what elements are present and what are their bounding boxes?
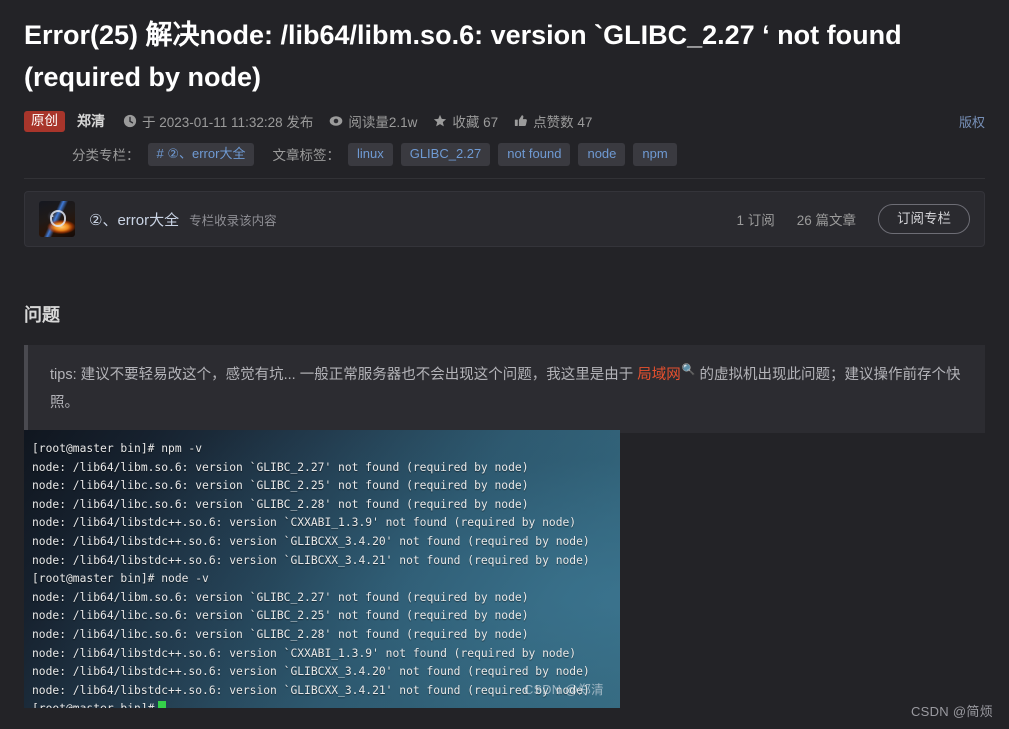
subscribe-button[interactable]: 订阅专栏 [878, 204, 970, 234]
terminal-line: node: /lib64/libc.so.6: version `GLIBC_2… [32, 609, 529, 623]
publish-time: 于 2023-01-11 11:32:28 发布 [123, 111, 313, 131]
column-tag[interactable]: # ②、error大全 [147, 142, 255, 166]
column-card-subtitle: 专栏收录该内容 [189, 213, 277, 228]
like-count: 点赞数 47 [514, 111, 592, 131]
eye-icon [329, 114, 343, 128]
column-card-title[interactable]: ②、error大全 [89, 209, 179, 230]
read-count: 阅读量2.1w [329, 111, 417, 131]
tags-row: 分类专栏： # ②、error大全 文章标签： linux GLIBC_2.27… [24, 140, 985, 168]
keyword-link-lan[interactable]: 局域网 [637, 367, 681, 383]
terminal-line: node: /lib64/libc.so.6: version `GLIBC_2… [32, 479, 529, 493]
page-watermark: CSDN @简烦 [910, 704, 993, 719]
tip-text-prefix: tips: 建议不要轻易改这个，感觉有坑... 一般正常服务器也不会出现这个问题… [50, 367, 638, 383]
star-icon [433, 114, 447, 128]
terminal-prompt: [root@master bin]# [32, 702, 154, 708]
collect-count: 收藏 67 [433, 111, 498, 131]
subscriber-count: 1 订阅 [736, 213, 775, 228]
tag-not-found[interactable]: not found [498, 142, 571, 166]
terminal-prompt-line: [root@master bin]# [32, 700, 620, 708]
column-avatar [39, 201, 75, 237]
collect-count-text: 收藏 67 [452, 115, 499, 130]
terminal-cursor [158, 701, 167, 708]
article-count: 26 篇文章 [796, 213, 856, 228]
terminal-output: [root@master bin]# npm -v node: /lib64/l… [24, 430, 620, 708]
publish-time-text: 于 2023-01-11 11:32:28 发布 [142, 115, 314, 130]
copyright-link[interactable]: 版权 [959, 112, 985, 131]
clock-icon [123, 114, 137, 128]
terminal-line: node: /lib64/libc.so.6: version `GLIBC_2… [32, 497, 529, 511]
meta-divider [24, 178, 985, 179]
tips-blockquote: tips: 建议不要轻易改这个，感觉有坑... 一般正常服务器也不会出现这个问题… [24, 345, 985, 433]
search-icon[interactable]: 🔍 [682, 364, 696, 376]
meta-row-primary: 原创 郑清 于 2023-01-11 11:32:28 发布 阅读量2.1w 收… [24, 108, 985, 134]
status-badge-original: 原创 [24, 110, 65, 132]
tag-linux[interactable]: linux [347, 142, 393, 166]
article-body: 问题 tips: 建议不要轻易改这个，感觉有坑... 一般正常服务器也不会出现这… [0, 303, 1009, 433]
column-card-right: 1 订阅 26 篇文章 订阅专栏 [736, 204, 970, 234]
terminal-line: node: /lib64/libstdc++.so.6: version `GL… [32, 553, 590, 567]
read-count-text: 阅读量2.1w [348, 115, 418, 130]
tag-glibc[interactable]: GLIBC_2.27 [400, 142, 491, 166]
tag-node[interactable]: node [578, 142, 626, 166]
terminal-watermark: CSDN @郑清 [524, 683, 604, 697]
terminal-line: node: /lib64/libm.so.6: version `GLIBC_2… [32, 460, 529, 474]
column-label: 分类专栏： [72, 148, 140, 163]
terminal-line: node: /lib64/libc.so.6: version `GLIBC_2… [32, 627, 529, 641]
section-heading-problem: 问题 [24, 305, 60, 325]
article-page: Error(25) 解决node: /lib64/libm.so.6: vers… [0, 0, 1009, 729]
terminal-line: [root@master bin]# npm -v [32, 442, 203, 455]
like-count-text: 点赞数 47 [533, 115, 593, 130]
terminal-line: [root@master bin]# node -v [32, 572, 209, 586]
thumbs-up-icon [514, 114, 528, 128]
tags-label: 文章标签： [272, 148, 340, 163]
author-name[interactable]: 郑清 [77, 111, 105, 131]
tag-npm[interactable]: npm [633, 142, 677, 166]
page-title: Error(25) 解决node: /lib64/libm.so.6: vers… [24, 20, 902, 92]
terminal-line: node: /lib64/libstdc++.so.6: version `GL… [32, 534, 590, 548]
terminal-line: node: /lib64/libstdc++.so.6: version `CX… [32, 646, 577, 660]
terminal-line: node: /lib64/libm.so.6: version `GLIBC_2… [32, 590, 529, 604]
terminal-line: node: /lib64/libstdc++.so.6: version `CX… [32, 516, 577, 530]
article-meta: 原创 郑清 于 2023-01-11 11:32:28 发布 阅读量2.1w 收… [0, 98, 1009, 179]
column-card[interactable]: ②、error大全 专栏收录该内容 1 订阅 26 篇文章 订阅专栏 [24, 191, 985, 247]
